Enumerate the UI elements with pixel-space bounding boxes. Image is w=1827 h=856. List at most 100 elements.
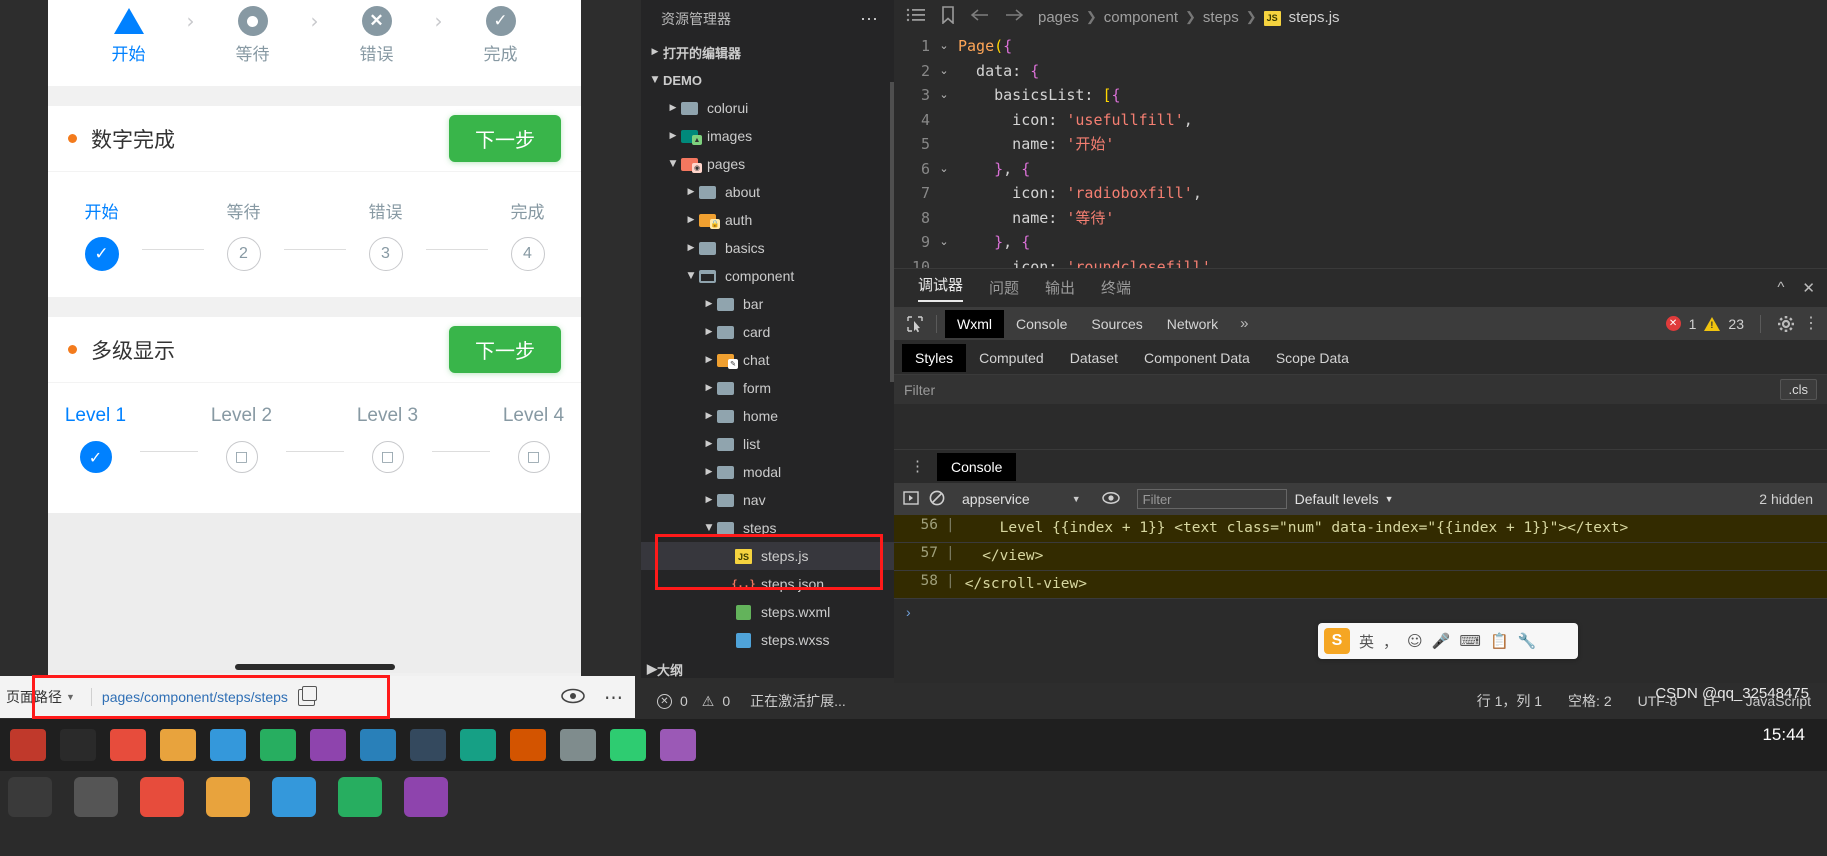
chevron-down-icon[interactable]: ▼ — [66, 692, 75, 702]
fold-chevron-icon[interactable]: ⌄ — [930, 59, 958, 84]
eye-icon[interactable] — [560, 688, 586, 704]
tab-problems[interactable]: 问题 — [989, 277, 1019, 300]
explorer-item-chat[interactable]: ▶ ✎ chat — [641, 346, 894, 374]
inspect-picker-icon[interactable] — [902, 313, 928, 335]
more-dots-icon[interactable]: ⋯ — [860, 9, 880, 30]
basic-step-start[interactable]: 开始 — [81, 0, 177, 65]
basic-step-done[interactable]: ✓ 完成 — [453, 0, 549, 65]
arrow-left-icon[interactable] — [970, 7, 990, 27]
tab-scope-data[interactable]: Scope Data — [1263, 344, 1362, 372]
chevron-up-icon[interactable]: ^ — [1777, 279, 1784, 297]
taskbar-icon-3[interactable] — [110, 729, 146, 761]
taskbar-icon-2[interactable] — [60, 729, 96, 761]
more-tabs-icon[interactable]: » — [1230, 315, 1258, 332]
basic-step-waiting[interactable]: 等待 — [205, 0, 301, 65]
explorer-item-basics[interactable]: ▶ basics — [641, 234, 894, 262]
console-context-select[interactable]: appservice ▼ — [962, 491, 1085, 507]
numeric-step-1[interactable]: 开始 ✓ — [62, 198, 142, 271]
status-indent[interactable]: 空格: 2 — [1568, 691, 1612, 711]
code-line[interactable]: 7 icon: 'radioboxfill', — [900, 181, 1827, 206]
taskbar-icon-9[interactable] — [410, 729, 446, 761]
arrow-right-icon[interactable] — [1004, 7, 1024, 27]
next-step-button[interactable]: 下一步 — [449, 115, 561, 162]
status-cursor-position[interactable]: 行 1，列 1 — [1477, 691, 1542, 711]
explorer-item-home[interactable]: ▶ home — [641, 402, 894, 430]
fold-chevron-icon[interactable]: ⌄ — [930, 83, 958, 108]
tab-dataset[interactable]: Dataset — [1057, 344, 1131, 372]
breadcrumb-item-steps[interactable]: steps — [1203, 9, 1239, 26]
live-expression-icon[interactable] — [1101, 490, 1121, 509]
explorer-item-steps-json[interactable]: {..} steps.json — [641, 570, 894, 598]
explorer-item-list[interactable]: ▶ list — [641, 430, 894, 458]
dock-icon-6[interactable] — [338, 777, 382, 817]
level-step-1[interactable]: Level 1 ✓ — [52, 405, 140, 473]
taskbar-icon-1[interactable] — [10, 729, 46, 761]
explorer-item-steps-js[interactable]: JS steps.js — [641, 542, 894, 570]
taskbar-icon-5[interactable] — [210, 729, 246, 761]
taskbar-icon-11[interactable] — [510, 729, 546, 761]
copy-icon[interactable] — [297, 685, 317, 706]
explorer-item-modal[interactable]: ▶ modal — [641, 458, 894, 486]
taskbar-icon-7[interactable] — [310, 729, 346, 761]
explorer-section-open-editors[interactable]: ▶ 打开的编辑器 — [641, 38, 894, 66]
ime-emoji-icon[interactable]: ☺ — [1407, 632, 1423, 650]
explorer-item-steps[interactable]: ▼ steps — [641, 514, 894, 542]
console-prompt[interactable]: › — [894, 599, 1827, 625]
code-line[interactable]: 8 name: '等待' — [900, 206, 1827, 231]
breadcrumb-item-file[interactable]: steps.js — [1289, 9, 1340, 26]
code-line[interactable]: 6 ⌄ }, { — [900, 157, 1827, 182]
dock-icon-5[interactable] — [272, 777, 316, 817]
explorer-item-auth[interactable]: ▶ 🔒 auth — [641, 206, 894, 234]
explorer-item-colorui[interactable]: ▶ colorui — [641, 94, 894, 122]
fold-chevron-icon[interactable]: ⌄ — [930, 157, 958, 182]
console-filter-input[interactable]: Filter — [1136, 489, 1287, 509]
numeric-step-4[interactable]: 完成 4 — [488, 198, 568, 271]
kebab-menu-icon[interactable]: ⋮ — [1803, 315, 1819, 331]
fold-chevron-icon[interactable]: ⌄ — [930, 34, 958, 59]
code-lines[interactable]: 1 ⌄ Page({2 ⌄ data: {3 ⌄ basicsList: [{4 ico… — [894, 34, 1827, 279]
ime-voice-icon[interactable]: 🎤 — [1432, 632, 1451, 650]
devtools-tab-network[interactable]: Network — [1155, 310, 1230, 338]
dock-icon-1[interactable] — [8, 777, 52, 817]
code-line[interactable]: 1 ⌄ Page({ — [900, 34, 1827, 59]
explorer-section-demo[interactable]: ▼ DEMO — [641, 66, 894, 94]
taskbar-icon-6[interactable] — [260, 729, 296, 761]
taskbar-icon-12[interactable] — [560, 729, 596, 761]
explorer-item-bar[interactable]: ▶ bar — [641, 290, 894, 318]
tab-debugger[interactable]: 调试器 — [918, 274, 964, 302]
taskbar-icon-4[interactable] — [160, 729, 196, 761]
ime-tools-icon[interactable]: 🔧 — [1518, 632, 1537, 650]
styles-filter-input[interactable]: Filter — [904, 382, 1780, 398]
explorer-item-card[interactable]: ▶ card — [641, 318, 894, 346]
level-step-4[interactable]: Level 4 □ — [490, 405, 578, 473]
sogou-logo-icon[interactable]: S — [1324, 628, 1350, 654]
level-step-3[interactable]: Level 3 □ — [344, 405, 432, 473]
explorer-item-nav[interactable]: ▶ nav — [641, 486, 894, 514]
ime-keyboard-icon[interactable]: ⌨ — [1459, 632, 1481, 650]
tab-styles[interactable]: Styles — [902, 343, 967, 372]
gear-icon[interactable] — [1777, 315, 1795, 333]
explorer-item-form[interactable]: ▶ form — [641, 374, 894, 402]
tab-component-data[interactable]: Component Data — [1131, 344, 1263, 372]
list-icon[interactable] — [906, 7, 926, 27]
ime-punctuation-icon[interactable]: ， — [1383, 631, 1398, 652]
next-step-button[interactable]: 下一步 — [449, 326, 561, 373]
status-problems[interactable]: ✕ 0 ⚠ 0 正在激活扩展... — [657, 691, 846, 711]
console-levels-select[interactable]: Default levels ▼ — [1295, 491, 1394, 507]
dock-icon-3[interactable] — [140, 777, 184, 817]
page-route-value[interactable]: pages/component/steps/steps — [102, 689, 288, 705]
ime-lang-label[interactable]: 英 — [1359, 631, 1374, 652]
numeric-step-3[interactable]: 错误 3 — [346, 198, 426, 271]
taskbar-clock[interactable]: 15:44 — [1762, 725, 1805, 745]
taskbar-icon-14[interactable] — [660, 729, 696, 761]
kebab-menu-icon[interactable]: ⋮ — [904, 459, 937, 474]
explorer-section-outline[interactable]: ▶ 大纲 — [641, 655, 894, 683]
explorer-item-images[interactable]: ▶ ▲ images — [641, 122, 894, 150]
explorer-item-steps-wxss[interactable]: steps.wxss — [641, 626, 894, 654]
cls-button[interactable]: .cls — [1779, 379, 1817, 400]
dock-icon-2[interactable] — [74, 777, 118, 817]
taskbar-icon-10[interactable] — [460, 729, 496, 761]
explorer-item-pages[interactable]: ▼ ◉ pages — [641, 150, 894, 178]
devtools-tab-sources[interactable]: Sources — [1079, 310, 1154, 338]
code-line[interactable]: 2 ⌄ data: { — [900, 59, 1827, 84]
